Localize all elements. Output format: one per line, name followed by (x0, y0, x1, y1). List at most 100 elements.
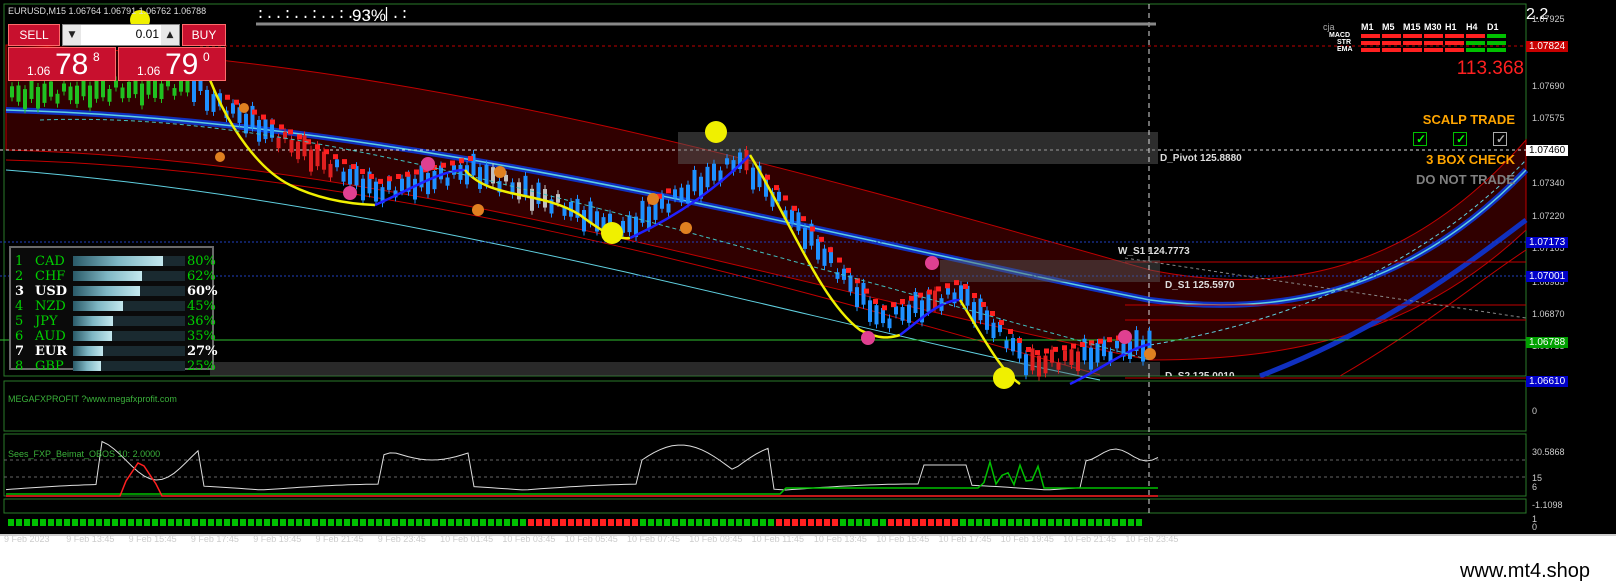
time-tick: 10 Feb 09:45 (689, 534, 743, 544)
candle-body (159, 83, 164, 99)
candle-body (348, 169, 352, 185)
price-chart[interactable] (0, 0, 1616, 587)
candle-body (75, 85, 79, 104)
lot-size-input[interactable]: ▼ 0.01 ▲ (62, 24, 180, 46)
signal-cell (760, 519, 766, 526)
signal-cell (976, 519, 982, 526)
candle-body (1089, 347, 1093, 370)
signal-cell (1128, 519, 1134, 526)
candle-body (172, 88, 177, 96)
strength-percent: 25% (187, 359, 216, 374)
signal-cell (32, 519, 38, 526)
time-tick: 10 Feb 01:45 (440, 534, 494, 544)
sell-price-button[interactable]: 1.06 78 8 (8, 47, 116, 81)
signal-cell (192, 519, 198, 526)
candle-body (1030, 348, 1035, 371)
signal-cell (1072, 519, 1078, 526)
candle-body (127, 81, 131, 98)
tf-cell (1361, 34, 1380, 38)
tf-cell (1466, 48, 1485, 52)
footer-band (0, 534, 1616, 587)
upper-band (5, 44, 1527, 361)
signal-cell (328, 519, 334, 526)
heiken-dot (297, 134, 302, 140)
heiken-dot (864, 288, 869, 294)
signal-cell (1040, 519, 1046, 526)
megafx-window-frame (3, 380, 1527, 432)
signal-cell (1088, 519, 1094, 526)
signal-cell (368, 519, 374, 526)
heiken-dot (1080, 342, 1085, 347)
heiken-dot (225, 94, 230, 100)
candle-body (796, 212, 801, 231)
check-box-3-icon: ✓ (1493, 132, 1507, 146)
osc-axis-4: -1.1098 (1532, 500, 1563, 510)
heiken-dot (882, 305, 887, 311)
candle-body (361, 178, 365, 201)
signal-cell (1016, 519, 1022, 526)
heiken-dot (414, 169, 419, 175)
strength-percent: 60% (187, 284, 218, 299)
box-check-label: 3 BOX CHECK (1426, 152, 1515, 167)
strength-bar-fill (73, 256, 163, 266)
tf-header: M30 (1424, 22, 1442, 32)
heiken-dot (351, 164, 356, 170)
strength-percent: 36% (187, 314, 216, 329)
signal-cell (936, 519, 942, 526)
tf-cell (1424, 34, 1443, 38)
oscillator-window-frame (3, 433, 1527, 497)
megafx-label: MEGAFXPROFIT ?www.megafxprofit.com (8, 394, 177, 404)
heiken-dot (666, 188, 671, 194)
signal-cell (296, 519, 302, 526)
candle-body (803, 227, 807, 249)
signal-cell (688, 519, 694, 526)
candle-body (1141, 339, 1145, 362)
strength-currency: CAD (35, 254, 65, 269)
candle-body (413, 178, 417, 200)
candle-body (458, 164, 463, 180)
time-tick: 10 Feb 07:45 (627, 534, 681, 544)
signal-cell (680, 519, 686, 526)
s1-zone (940, 260, 1160, 282)
signal-cell (912, 519, 918, 526)
lot-increase-icon[interactable]: ▲ (161, 25, 179, 45)
marker-orange (472, 204, 484, 216)
heiken-dot (234, 99, 239, 105)
candle-body (705, 166, 710, 188)
heiken-dot (909, 295, 914, 301)
marker-orange (1144, 348, 1156, 360)
heiken-dot (1107, 337, 1112, 343)
strength-rank: 6 (15, 329, 24, 344)
tf-header: D1 (1487, 22, 1499, 32)
marker-pink (1118, 330, 1132, 344)
tf-cell (1403, 34, 1422, 38)
candle-body (907, 304, 911, 323)
candle-body (302, 135, 307, 157)
signal-cell (1064, 519, 1070, 526)
buy-button[interactable]: BUY (182, 24, 226, 46)
signal-cell (1000, 519, 1006, 526)
strength-rank: 5 (15, 314, 24, 329)
marker-orange (215, 152, 225, 162)
signal-cell (560, 519, 566, 526)
bottom-axis-0: 0 (1532, 522, 1538, 532)
candle-body (517, 182, 521, 200)
candle-body (484, 164, 489, 185)
candle-body (36, 87, 40, 109)
lot-size-value[interactable]: 0.01 (83, 27, 159, 41)
time-tick: 10 Feb 15:45 (876, 534, 930, 544)
time-tick: 10 Feb 05:45 (564, 534, 618, 544)
signal-cell (136, 519, 142, 526)
sell-price-prefix: 1.06 (27, 64, 51, 78)
buy-price-sup: 0 (203, 50, 210, 64)
buy-price-button[interactable]: 1.06 79 0 (118, 47, 226, 81)
signal-cell (656, 519, 662, 526)
lot-decrease-icon[interactable]: ▼ (63, 25, 81, 45)
d-s1-label: D_S1 125.5970 (1165, 280, 1235, 291)
signal-cell (456, 519, 462, 526)
heiken-dot (315, 144, 320, 150)
candle-body (42, 83, 47, 103)
strength-currency: EUR (35, 344, 68, 359)
sell-button[interactable]: SELL (8, 24, 60, 46)
signal-cell (432, 519, 438, 526)
